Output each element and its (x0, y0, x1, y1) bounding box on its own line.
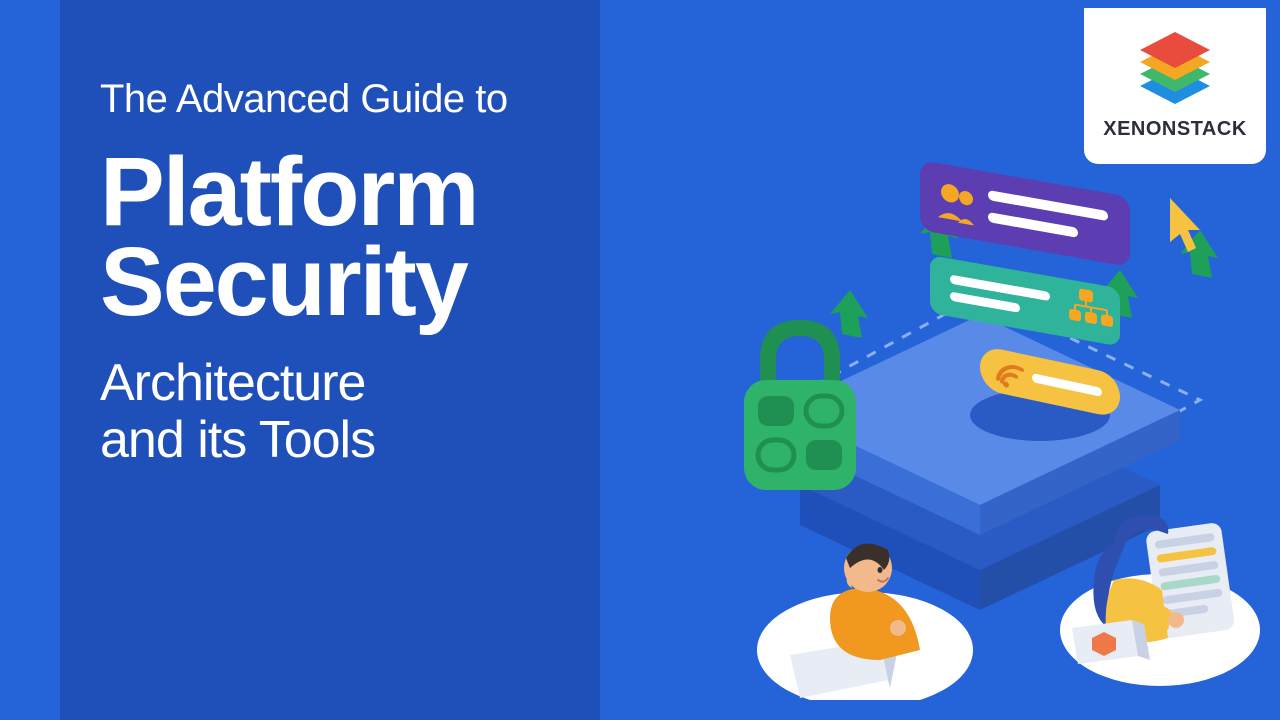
title-line-1: Platform (100, 147, 560, 237)
subtitle-line-1: Architecture (100, 355, 560, 411)
hero-panel: The Advanced Guide to Platform Security … (60, 0, 600, 720)
pretitle: The Advanced Guide to (100, 75, 560, 123)
stack-logo-icon (1135, 32, 1215, 108)
brand-name: XENONSTACK (1103, 118, 1247, 141)
subtitle-line-2: and its Tools (100, 412, 560, 468)
subtitle: Architecture and its Tools (100, 355, 560, 467)
title: Platform Security (100, 147, 560, 327)
lock-icon (744, 320, 856, 490)
hero-illustration (640, 140, 1260, 700)
card-users (920, 160, 1130, 267)
title-line-2: Security (100, 237, 560, 327)
